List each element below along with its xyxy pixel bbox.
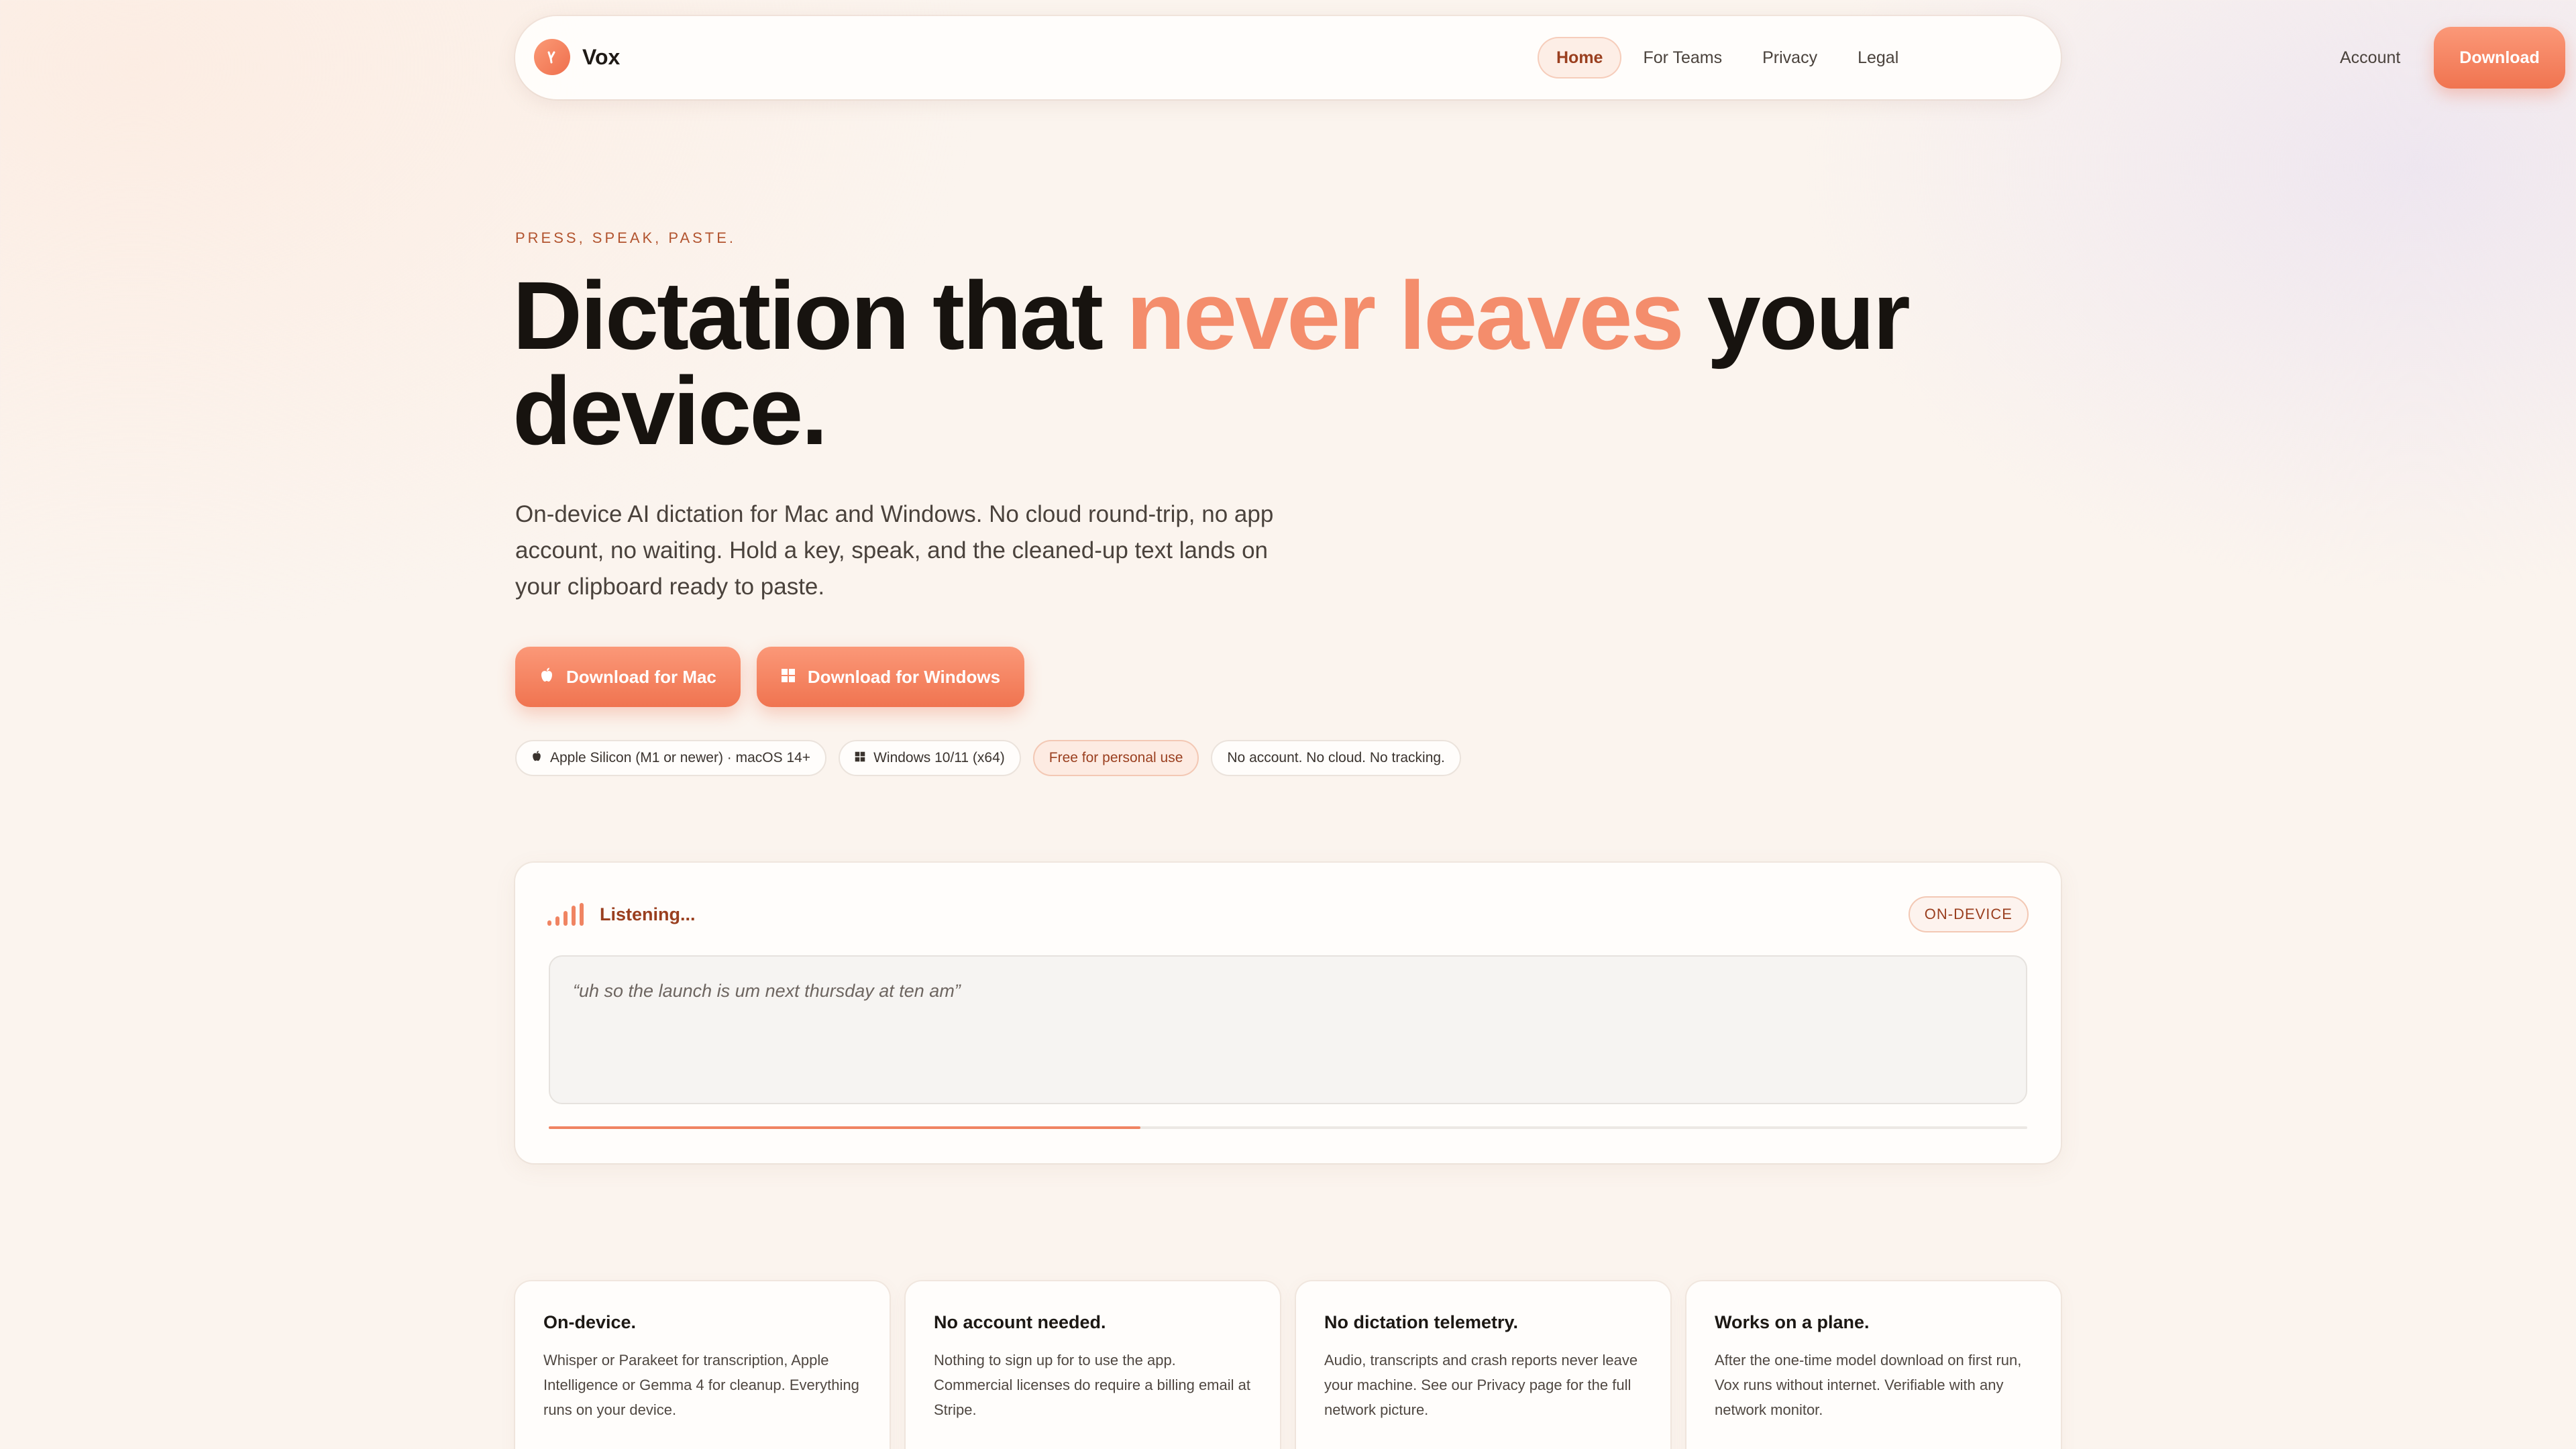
chip-label: Free for personal use xyxy=(1049,750,1183,765)
chip-label: Windows 10/11 (x64) xyxy=(873,750,1005,765)
apple-icon xyxy=(539,667,554,688)
on-device-badge: ON-DEVICE xyxy=(1908,896,2029,932)
nav-link-legal[interactable]: Legal xyxy=(1839,37,1917,78)
brand[interactable]: Vox xyxy=(534,39,620,75)
feature-title: No dictation telemetry. xyxy=(1324,1312,1519,1332)
cta-row: Download for Mac Download for Windows xyxy=(515,647,1025,707)
vox-logo-icon xyxy=(534,39,570,75)
chip-free-personal: Free for personal use xyxy=(1032,740,1199,776)
headline-start: Dictation that xyxy=(513,262,1126,370)
headline-accent: never leaves xyxy=(1126,262,1684,370)
feature-title: On-device. xyxy=(543,1312,637,1332)
nav-links: Home For Teams Privacy Legal xyxy=(1538,36,1920,79)
feature-card-on-device: On-device. Whisper or Parakeet for trans… xyxy=(515,1281,890,1449)
nav-link-home[interactable]: Home xyxy=(1538,37,1622,78)
apple-icon xyxy=(531,750,542,766)
windows-icon xyxy=(855,750,865,766)
download-windows-button[interactable]: Download for Windows xyxy=(756,647,1025,707)
feature-title: Works on a plane. xyxy=(1715,1312,1870,1332)
chip-privacy: No account. No cloud. No tracking. xyxy=(1211,740,1461,776)
download-mac-button[interactable]: Download for Mac xyxy=(515,647,741,707)
chip-windows-requirements: Windows 10/11 (x64) xyxy=(839,740,1021,776)
brand-name: Vox xyxy=(582,44,621,69)
feature-body: After the one-time model download on fir… xyxy=(1715,1352,2022,1418)
feature-card-no-account: No account needed. Nothing to sign up fo… xyxy=(906,1281,1280,1449)
feature-body: Nothing to sign up for to use the app. C… xyxy=(934,1352,1250,1418)
nav-link-privacy[interactable]: Privacy xyxy=(1743,37,1836,78)
account-link[interactable]: Account xyxy=(2340,36,2400,79)
download-mac-label: Download for Mac xyxy=(566,666,716,687)
header-download-button[interactable]: Download xyxy=(2434,27,2565,89)
feature-card-offline: Works on a plane. After the one-time mod… xyxy=(1686,1281,2061,1449)
feature-cards: On-device. Whisper or Parakeet for trans… xyxy=(515,1281,2061,1449)
chip-mac-requirements: Apple Silicon (M1 or newer) · macOS 14+ xyxy=(515,740,827,776)
nav-link-for-teams[interactable]: For Teams xyxy=(1624,37,1741,78)
hero-headline: Dictation that never leaves your device. xyxy=(513,268,2055,460)
feature-title: No account needed. xyxy=(934,1312,1106,1332)
chip-label: Apple Silicon (M1 or newer) · macOS 14+ xyxy=(550,750,811,765)
hero-subtitle: On-device AI dictation for Mac and Windo… xyxy=(515,501,1274,600)
feature-body: Whisper or Parakeet for transcription, A… xyxy=(543,1352,859,1418)
audio-level-icon xyxy=(547,903,584,926)
recording-progress-fill xyxy=(549,1126,1140,1129)
recording-progress xyxy=(549,1126,2027,1129)
top-nav: Vox Home For Teams Privacy Legal Account… xyxy=(515,16,2565,99)
feature-card-no-telemetry: No dictation telemetry. Audio, transcrip… xyxy=(1296,1281,1670,1449)
download-windows-label: Download for Windows xyxy=(807,666,1001,687)
transcript-box: “uh so the launch is um next thursday at… xyxy=(549,955,2027,1104)
windows-icon xyxy=(781,667,796,688)
hero-eyebrow: PRESS, SPEAK, PASTE. xyxy=(515,229,737,246)
listening-status: Listening... xyxy=(547,903,696,926)
feature-body: Audio, transcripts and crash reports nev… xyxy=(1324,1352,1638,1418)
chip-label: No account. No cloud. No tracking. xyxy=(1227,750,1445,765)
requirement-chips: Apple Silicon (M1 or newer) · macOS 14+ … xyxy=(515,740,1461,776)
dictation-demo-card: Listening... ON-DEVICE “uh so the launch… xyxy=(515,863,2061,1163)
listening-label: Listening... xyxy=(600,904,696,924)
